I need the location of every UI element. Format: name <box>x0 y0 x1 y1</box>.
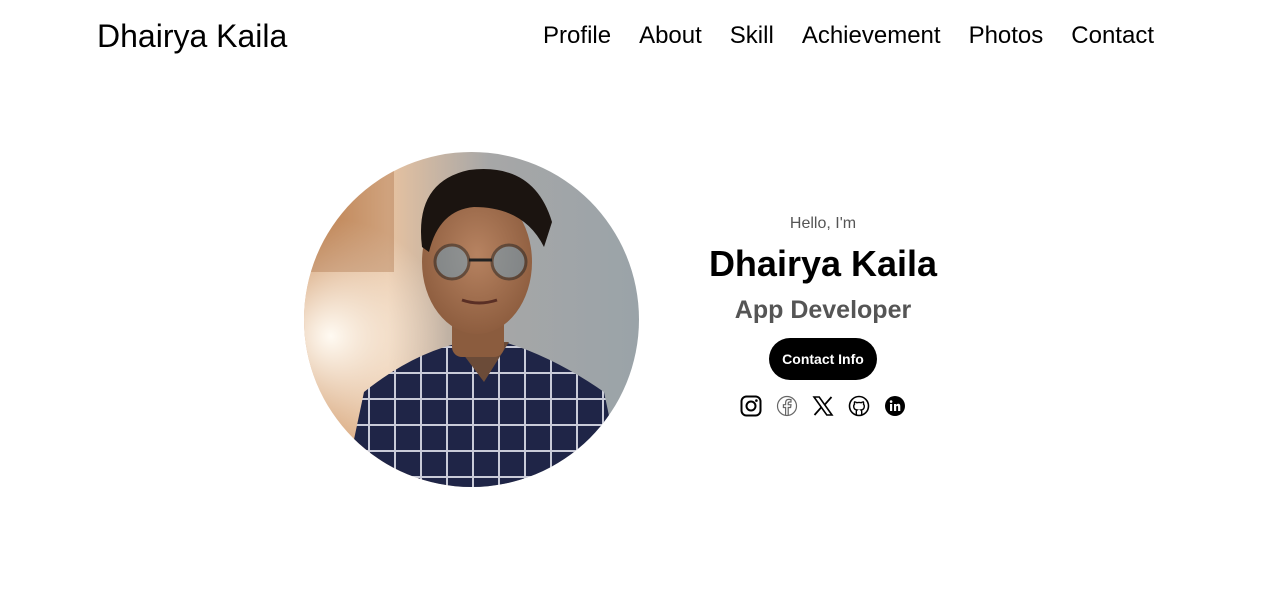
hero-role: App Developer <box>734 296 912 324</box>
nav-link-achievement[interactable]: Achievement <box>802 20 941 52</box>
hero-name: Dhairya Kaila <box>708 243 938 284</box>
nav-link-contact[interactable]: Contact <box>1071 20 1154 52</box>
profile-photo <box>304 152 639 487</box>
x-icon[interactable] <box>812 395 834 417</box>
github-icon[interactable] <box>848 395 870 417</box>
nav-link-skill[interactable]: Skill <box>730 20 774 52</box>
site-header: Dhairya Kaila Profile About Skill Achiev… <box>0 0 1280 72</box>
linkedin-icon[interactable] <box>884 395 906 417</box>
main-nav: Profile About Skill Achievement Photos C… <box>543 20 1154 52</box>
greeting-text: Hello, I'm <box>789 215 857 232</box>
nav-link-profile[interactable]: Profile <box>543 20 611 52</box>
nav-link-photos[interactable]: Photos <box>969 20 1044 52</box>
intro-section: Hello, I'm Dhairya Kaila App Developer C… <box>660 212 986 417</box>
social-links <box>660 395 986 417</box>
contact-info-button[interactable]: Contact Info <box>769 338 877 380</box>
facebook-icon[interactable] <box>776 395 798 417</box>
instagram-icon[interactable] <box>740 395 762 417</box>
nav-link-about[interactable]: About <box>639 20 702 52</box>
site-logo[interactable]: Dhairya Kaila <box>97 16 287 56</box>
